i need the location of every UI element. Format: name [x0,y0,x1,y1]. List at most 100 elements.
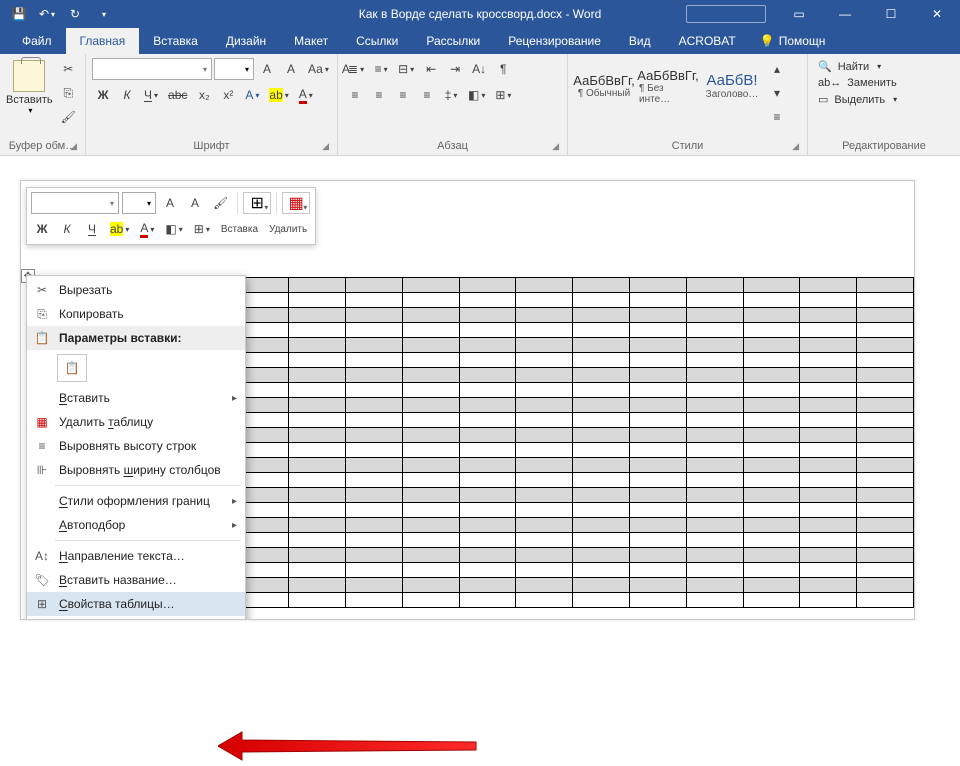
font-family-combo[interactable]: ▾ [92,58,212,80]
ctx-table-properties[interactable]: ⊞Свойства таблицы… [27,592,245,616]
mini-underline[interactable]: Ч [81,218,103,240]
style-normal[interactable]: АаБбВвГг,¶ Обычный [574,58,634,114]
bold-button[interactable]: Ж [92,84,114,106]
ctx-delete-table[interactable]: ▦Удалить таблицу [27,410,245,434]
tab-file[interactable]: Файл [8,28,66,54]
align-right-button[interactable]: ≡ [392,84,414,106]
page[interactable]: ▾ ▾ A A 🖌 ⊞ ▦ Ж К Ч ab▾ A▾ ◧▾ ⊞▾ Вставка… [20,180,915,620]
text-effects-button[interactable]: A▾ [241,84,263,106]
ctx-paste-options: 📋 [27,350,245,386]
maximize-button[interactable]: ☐ [868,0,914,28]
ctx-distribute-cols[interactable]: ⊪Выровнять ширину столбцов [27,458,245,482]
tab-home[interactable]: Главная [66,28,140,54]
ctx-autofit[interactable]: Автоподбор [27,513,245,537]
mini-grow-font[interactable]: A [159,192,181,214]
justify-button[interactable]: ≡ [416,84,438,106]
undo-button[interactable]: ↶▾ [34,2,60,26]
redo-button[interactable]: ↻ [62,2,88,26]
launcher-icon[interactable]: ◢ [552,141,559,152]
title-bar: 💾 ↶▾ ↻ ▾ Как в Ворде сделать кроссворд.d… [0,0,960,28]
paste-label: Вставить [6,94,53,106]
tab-view[interactable]: Вид [615,28,665,54]
paste-button[interactable]: Вставить ▾ [6,58,53,115]
mini-shrink-font[interactable]: A [184,192,206,214]
close-button[interactable]: ✕ [914,0,960,28]
strike-button[interactable]: abc [164,84,191,106]
bullets-button[interactable]: ≣▾ [344,58,368,80]
ctx-distribute-rows[interactable]: ≡Выровнять высоту строк [27,434,245,458]
borders-button[interactable]: ⊞▾ [491,84,515,106]
cut-button[interactable]: ✂ [57,58,80,80]
group-styles-label: Стили◢ [574,138,801,155]
tab-design[interactable]: Дизайн [212,28,280,54]
paste-keep-formatting[interactable]: 📋 [57,354,87,382]
mini-font-combo[interactable]: ▾ [31,192,119,214]
align-left-button[interactable]: ≡ [344,84,366,106]
tell-me[interactable]: 💡 Помощн [750,28,826,54]
tab-layout[interactable]: Макет [280,28,342,54]
indent-button[interactable]: ⇥ [444,58,466,80]
ctx-insert[interactable]: Вставить [27,386,245,410]
ctx-cut[interactable]: ✂Вырезать [27,278,245,302]
line-spacing-button[interactable]: ‡▾ [440,84,462,106]
ribbon: Вставить ▾ ✂ ⎘ 🖌 Буфер обм…◢ ▾ ▾ A A Аа▾… [0,54,960,156]
tab-acrobat[interactable]: ACROBAT [665,28,750,54]
styles-up[interactable]: ▴ [766,58,788,80]
ctx-insert-caption[interactable]: 🏷Вставить название… [27,568,245,592]
mini-size-combo[interactable]: ▾ [122,192,156,214]
change-case-button[interactable]: Аа▾ [304,58,333,80]
superscript-button[interactable]: x² [217,84,239,106]
user-account[interactable] [686,5,766,23]
grow-font-button[interactable]: A [256,58,278,80]
tab-references[interactable]: Ссылки [342,28,412,54]
numbering-button[interactable]: ≡▾ [370,58,392,80]
font-size-combo[interactable]: ▾ [214,58,254,80]
mini-borders[interactable]: ⊞▾ [190,218,214,240]
shading-button[interactable]: ◧▾ [464,84,489,106]
font-color-button[interactable]: A▾ [295,84,317,106]
mini-highlight[interactable]: ab▾ [106,218,133,240]
highlight-button[interactable]: ab▾ [265,84,292,106]
subscript-button[interactable]: x₂ [193,84,215,106]
launcher-icon[interactable]: ◢ [322,141,329,152]
mini-format-painter[interactable]: 🖌 [209,192,232,214]
align-center-button[interactable]: ≡ [368,84,390,106]
ribbon-options-button[interactable]: ▭ [776,0,822,28]
tab-mailings[interactable]: Рассылки [412,28,494,54]
ctx-text-direction[interactable]: А↕Направление текста… [27,544,245,568]
shrink-font-button[interactable]: A [280,58,302,80]
copy-button[interactable]: ⎘ [57,82,80,104]
tab-insert[interactable]: Вставка [139,28,212,54]
multilevel-button[interactable]: ⊟▾ [394,58,418,80]
styles-more[interactable]: ≡ [766,106,788,128]
show-marks-button[interactable]: ¶ [492,58,514,80]
ctx-border-styles[interactable]: Стили оформления границ [27,489,245,513]
mini-italic[interactable]: К [56,218,78,240]
minimize-button[interactable]: — [822,0,868,28]
sort-button[interactable]: A↓ [468,58,490,80]
launcher-icon[interactable]: ◢ [792,141,799,152]
styles-down[interactable]: ▾ [766,82,788,104]
find-button[interactable]: 🔍 Найти ▾ [818,60,897,73]
document-area: ▾ ▾ A A 🖌 ⊞ ▦ Ж К Ч ab▾ A▾ ◧▾ ⊞▾ Вставка… [0,156,960,635]
style-no-spacing[interactable]: АаБбВвГг,¶ Без инте… [638,58,698,114]
underline-button[interactable]: Ч▾ [140,84,162,106]
qat-customize[interactable]: ▾ [90,2,116,26]
mini-insert-menu[interactable]: ⊞ [243,192,271,214]
mini-bold[interactable]: Ж [31,218,53,240]
style-heading1[interactable]: АаБбВ!Заголово… [702,58,762,114]
save-button[interactable]: 💾 [6,2,32,26]
group-styles: АаБбВвГг,¶ Обычный АаБбВвГг,¶ Без инте… … [568,54,808,155]
format-painter-button[interactable]: 🖌 [57,106,80,128]
ctx-copy[interactable]: ⎘Копировать [27,302,245,326]
launcher-icon[interactable]: ◢ [70,141,77,152]
mini-shading[interactable]: ◧▾ [161,218,186,240]
mini-font-color[interactable]: A▾ [136,218,158,240]
italic-button[interactable]: К [116,84,138,106]
outdent-button[interactable]: ⇤ [420,58,442,80]
tab-review[interactable]: Рецензирование [494,28,615,54]
select-button[interactable]: ▭ Выделить ▾ [818,93,897,106]
mini-toolbar: ▾ ▾ A A 🖌 ⊞ ▦ Ж К Ч ab▾ A▾ ◧▾ ⊞▾ Вставка… [26,187,316,245]
mini-delete-menu[interactable]: ▦ [282,192,310,214]
replace-button[interactable]: ab↔ Заменить [818,77,897,89]
